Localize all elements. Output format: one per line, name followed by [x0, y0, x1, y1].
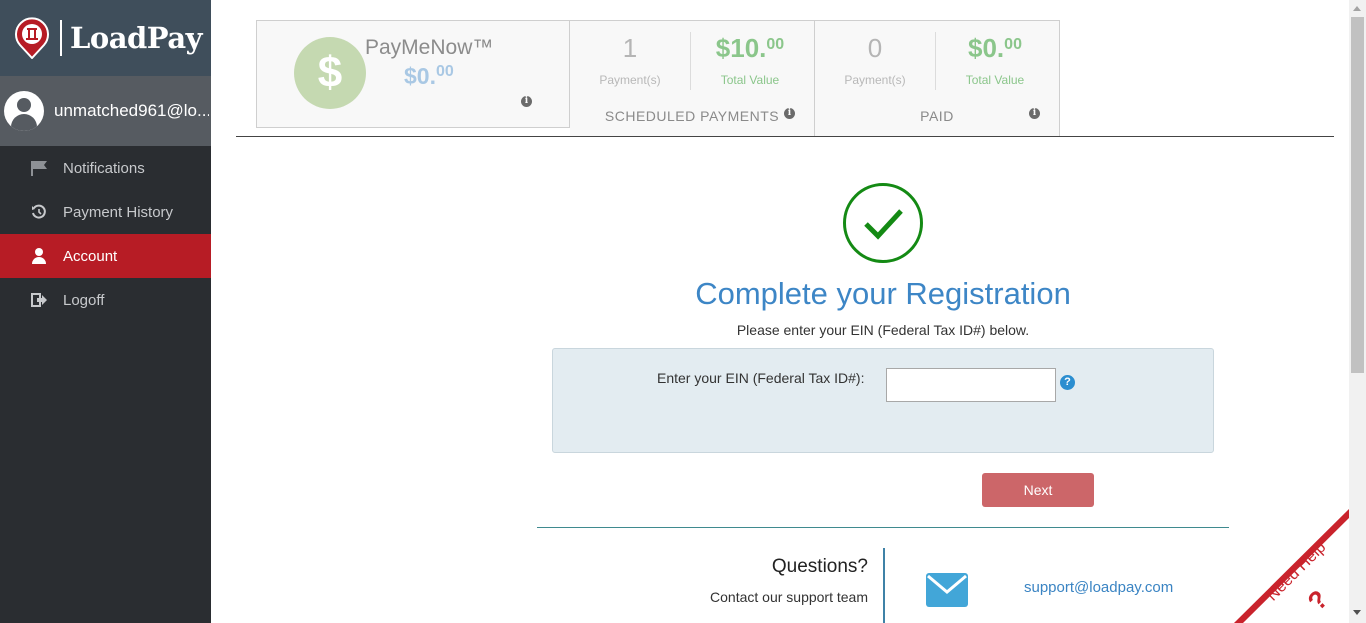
sidebar-item-payment-history[interactable]: Payment History: [0, 190, 211, 234]
brand-header: LoadPay: [0, 0, 211, 76]
info-icon[interactable]: i: [1029, 108, 1040, 119]
paymenow-title: PayMeNow™: [365, 36, 494, 59]
paymenow-card: $ PayMeNow™ $0.00 i: [256, 20, 570, 128]
sidebar-item-label: Notifications: [63, 159, 145, 177]
ein-form: Enter your EIN (Federal Tax ID#): ?: [552, 348, 1214, 453]
page-subtitle: Please enter your EIN (Federal Tax ID#) …: [736, 322, 1030, 338]
support-divider: [883, 548, 885, 623]
scheduled-caption: SCHEDULED PAYMENTS: [604, 108, 780, 124]
checkmark-icon: [843, 183, 923, 263]
support-email-link[interactable]: support@loadpay.com: [1024, 579, 1173, 596]
paid-count: 0 Payment(s): [844, 33, 906, 87]
brand-divider: [60, 20, 62, 56]
scrollbar[interactable]: [1349, 0, 1366, 623]
sidebar-item-label: Account: [63, 247, 118, 265]
support-title: Questions?: [771, 556, 868, 577]
history-icon: [30, 204, 48, 220]
help-icon[interactable]: ?: [1060, 375, 1075, 390]
scheduled-payments-card: 1 Payment(s) $10.00 Total Value SCHEDULE…: [570, 20, 815, 137]
dollar-icon: $: [294, 37, 366, 109]
sidebar-item-account[interactable]: Account: [0, 234, 211, 278]
logoff-icon: [30, 292, 48, 308]
page-title: Complete your Registration: [695, 276, 1071, 311]
stats-bar: $ PayMeNow™ $0.00 i 1 Payment(s) $10.00 …: [256, 20, 1060, 137]
scrollbar-thumb[interactable]: [1351, 17, 1364, 373]
scheduled-value: $10.00 Total Value: [715, 33, 785, 87]
info-icon[interactable]: i: [784, 108, 795, 119]
user-row[interactable]: unmatched961@lo...: [0, 76, 211, 146]
sidebar: LoadPay unmatched961@lo... Notifications…: [0, 0, 211, 623]
paid-caption: PAID: [920, 108, 954, 124]
mail-icon: [926, 573, 968, 607]
section-divider: [537, 527, 1229, 528]
scheduled-count: 1 Payment(s): [599, 33, 661, 87]
brand-name: LoadPay: [70, 21, 202, 55]
header-divider: [236, 136, 1334, 137]
scroll-down-arrow-icon[interactable]: [1353, 610, 1361, 615]
info-icon[interactable]: i: [521, 96, 532, 107]
avatar-icon: [4, 91, 44, 131]
flag-icon: [30, 160, 48, 176]
user-name: unmatched961@lo...: [54, 101, 209, 120]
next-button[interactable]: Next: [982, 473, 1094, 507]
ein-label: Enter your EIN (Federal Tax ID#):: [657, 370, 865, 386]
sidebar-item-label: Payment History: [63, 203, 174, 221]
loadpay-logo-icon: [14, 17, 50, 60]
scroll-up-arrow-icon[interactable]: [1353, 6, 1361, 11]
paid-value: $0.00 Total Value: [965, 33, 1025, 87]
user-icon: [30, 248, 48, 264]
sidebar-item-label: Logoff: [63, 291, 105, 309]
paymenow-amount: $0.00: [404, 63, 454, 89]
ein-input[interactable]: [886, 368, 1056, 402]
sidebar-item-notifications[interactable]: Notifications: [0, 146, 211, 190]
support-subtitle: Contact our support team: [710, 589, 868, 605]
sidebar-item-logoff[interactable]: Logoff: [0, 278, 211, 322]
paid-card: 0 Payment(s) $0.00 Total Value PAID i: [815, 20, 1060, 137]
